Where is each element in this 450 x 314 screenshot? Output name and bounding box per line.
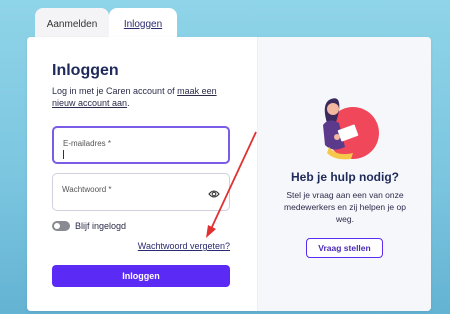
intro-text: Log in met je Caren account of (52, 86, 178, 96)
woman-with-laptop-illustration (323, 98, 379, 160)
tab-aanmelden-label: Aanmelden (46, 18, 98, 30)
remember-me-label: Blijf ingelogd (75, 221, 127, 231)
help-text: Stel je vraag aan een van onze medewerke… (284, 190, 406, 224)
ask-question-button[interactable]: Vraag stellen (306, 238, 383, 258)
login-card: Inloggen Log in met je Caren account of … (27, 37, 431, 311)
help-title: Heb je hulp nodig? (291, 170, 399, 184)
tab-inloggen[interactable]: Inloggen (109, 8, 177, 40)
password-label: Wachtwoord * (62, 185, 112, 194)
login-intro: Log in met je Caren account of maak een … (52, 85, 242, 109)
remember-me-toggle[interactable] (52, 221, 70, 231)
eye-icon[interactable] (208, 186, 220, 204)
text-cursor (63, 150, 64, 159)
page-title: Inloggen (52, 62, 119, 79)
help-panel: Heb je hulp nodig? Stel je vraag aan een… (257, 37, 431, 311)
login-panel: Inloggen Log in met je Caren account of … (27, 37, 257, 311)
password-field[interactable]: Wachtwoord * (52, 173, 230, 211)
login-button[interactable]: Inloggen (52, 265, 230, 287)
tab-inloggen-label: Inloggen (123, 18, 163, 30)
forgot-password-link[interactable]: Wachtwoord vergeten? (138, 241, 230, 251)
intro-suffix: . (127, 98, 130, 108)
email-field[interactable]: E-mailadres * (52, 126, 230, 164)
tab-aanmelden[interactable]: Aanmelden (35, 8, 109, 40)
email-label: E-mailadres * (63, 139, 112, 148)
